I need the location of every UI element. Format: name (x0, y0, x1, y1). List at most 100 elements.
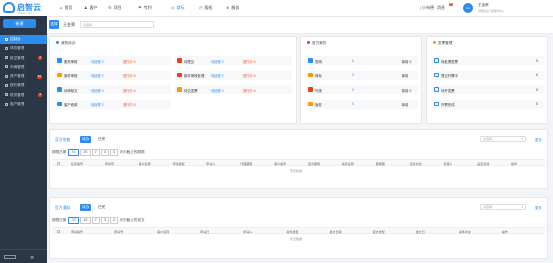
todo-row[interactable]: 客户收款 待处理 0 进行中 0 (55, 99, 171, 109)
filter-select[interactable]: 请选择 (480, 136, 526, 142)
case-row[interactable]: 版权 0 新增 (306, 99, 418, 109)
sidebar-item[interactable]: 风险管理 (0, 44, 47, 53)
topnav-item[interactable]: ◷ 版权 (199, 5, 213, 11)
topnav-item[interactable]: ♟ 客户 (84, 5, 98, 11)
column-header: 任务状态 (409, 162, 422, 166)
day-chip[interactable]: 7 (91, 217, 100, 224)
lang-switch[interactable]: 小布德 (422, 5, 434, 11)
select-all-checkbox[interactable] (57, 229, 60, 233)
todo-inprogress[interactable]: 进行中 0 (123, 59, 136, 64)
invoice-title: 发票管理 (433, 41, 452, 46)
sidebar-item-label: 车辆管理 (10, 64, 25, 69)
todo-pending[interactable]: 待处理 0 (211, 88, 224, 93)
todo-pending[interactable]: 待处理 0 (91, 59, 104, 64)
case-row[interactable]: 商标 0 新增 (306, 70, 418, 80)
sidebar-item[interactable]: 车辆管理 (0, 63, 47, 72)
todo-pending[interactable]: 待处理 0 (91, 88, 104, 93)
invoice-row[interactable]: 提交开票中 0 (432, 70, 544, 80)
more-link[interactable]: 更多 (535, 205, 542, 210)
todo-inprogress[interactable]: 进行中 0 (243, 59, 256, 64)
invoice-count: 0 (536, 73, 539, 77)
user-name[interactable]: 王金荣 (478, 3, 489, 8)
case-new[interactable]: 新增 0 (402, 88, 411, 93)
column-header: 申请号 (104, 162, 114, 166)
column-header: 申请人 (243, 230, 253, 234)
day-chip[interactable]: 30 (68, 149, 79, 156)
tab-done[interactable]: 已完 (96, 136, 107, 143)
days-suffix: 天内截止的期限 (119, 150, 145, 154)
topnav-item[interactable]: ◎ 商标 (171, 5, 185, 11)
sidebar-item[interactable]: 控制台 (0, 35, 47, 45)
day-chip[interactable]: 7 (91, 149, 100, 156)
select-button[interactable]: 选择 (49, 20, 59, 29)
column-header: 任务编号 (71, 162, 84, 166)
todo-pending[interactable]: 待处理 0 (211, 59, 224, 64)
day-chip[interactable]: 3 (100, 149, 110, 156)
sidebar-item[interactable]: 财务管理 4 (0, 91, 47, 100)
search-input[interactable]: 请选择 (80, 21, 154, 28)
new-button[interactable]: 新建 (3, 19, 36, 28)
todo-title: 我的待办 (56, 41, 75, 46)
filter-select[interactable]: 请选择 (480, 204, 526, 210)
todo-row[interactable]: 委托审核 待处理 0 进行中 0 (55, 56, 171, 65)
topnav-item[interactable]: ⚙ 项目 (108, 5, 122, 11)
sidebar-item[interactable]: 资产管理 23 (0, 72, 47, 81)
column-header: 申请号 (114, 230, 124, 234)
case-new[interactable]: 新增 (402, 73, 408, 78)
sidebar-item-label: 航空管理 (10, 55, 25, 60)
invoice-row[interactable]: 待开发票 0 (432, 85, 544, 94)
todo-inprogress[interactable]: 进行中 0 (243, 88, 256, 93)
notice-link[interactable]: 消息 (437, 5, 445, 11)
day-chip[interactable]: 15 (79, 217, 91, 224)
empty-message: 暂无数据 (290, 237, 303, 241)
todo-icon (177, 87, 182, 92)
sidebar-item[interactable]: 客户管理 (0, 100, 47, 109)
sidebar-item-label: 客户管理 (10, 102, 25, 107)
todo-inprogress[interactable]: 进行中 0 (243, 73, 256, 78)
todo-inprogress[interactable]: 进行中 0 (123, 73, 136, 78)
column-header: 发文日 (415, 230, 425, 234)
todo-pending[interactable]: 待处理 0 (91, 102, 104, 107)
todo-pending[interactable]: 待处理 0 (211, 73, 224, 78)
cloud-logo-icon (3, 2, 15, 13)
case-new[interactable]: 新增 0 (402, 59, 411, 64)
topnav-item[interactable]: ⚑ 专利 (138, 5, 152, 11)
column-header: 官文类型 (372, 230, 385, 234)
invoice-row[interactable]: 开票完成 0 (432, 99, 544, 109)
case-row[interactable]: 外观 0 新增 0 (306, 85, 418, 94)
day-chip[interactable]: 15 (79, 149, 91, 156)
invoice-row[interactable]: 待处理发票 0 (432, 56, 544, 65)
todo-row[interactable]: 待提交 待处理 0 进行中 0 (175, 56, 292, 65)
column-header: 案件状态 (458, 230, 471, 234)
tab-todo[interactable]: 待办 (80, 204, 92, 211)
tab-todo[interactable]: 待办 (80, 136, 92, 143)
select-all-checkbox[interactable] (57, 161, 60, 165)
topnav-icon: ⚙ (108, 5, 112, 10)
todo-row[interactable]: 案件审核 待处理 0 进行中 0 (55, 70, 171, 80)
todo-label: 待提交 (184, 59, 195, 64)
case-new[interactable]: 新增 (402, 102, 408, 107)
topnav-item[interactable]: ⊕ 服务 (226, 5, 239, 11)
day-chip[interactable]: 0 (110, 149, 119, 156)
case-row[interactable]: 发明 0 新增 0 (306, 56, 418, 65)
collapse-menu-icon[interactable]: ≡ (30, 255, 34, 261)
sidebar-item[interactable]: 报价管理 (0, 81, 47, 90)
todo-inprogress[interactable]: 进行中 0 (123, 88, 136, 93)
todo-row[interactable]: 待审核文 待处理 0 进行中 0 (55, 85, 171, 94)
todo-inprogress[interactable]: 进行中 0 (123, 102, 136, 107)
more-link[interactable]: 更多 (535, 137, 542, 142)
keyboard-icon[interactable] (4, 255, 16, 259)
case-icon (308, 101, 313, 107)
todo-label: 案件审核 (64, 74, 78, 78)
sidebar-item[interactable]: 航空管理 4 (0, 54, 47, 63)
todo-pending[interactable]: 待处理 0 (91, 73, 104, 78)
day-chip[interactable]: 30 (68, 217, 79, 224)
todo-row[interactable]: 待交发票 待处理 0 进行中 0 (175, 85, 292, 94)
todo-row[interactable]: 新件审核处理 待处理 0 进行中 0 (175, 70, 292, 80)
tab-done[interactable]: 已完 (96, 204, 107, 211)
logo[interactable]: 启智云 qizhi.com (0, 0, 47, 16)
avatar[interactable]: Av (463, 3, 473, 13)
topnav-item[interactable]: ⌂ 首页 (60, 5, 73, 11)
day-chip[interactable]: 3 (100, 217, 110, 224)
day-chip[interactable]: 0 (110, 217, 119, 224)
